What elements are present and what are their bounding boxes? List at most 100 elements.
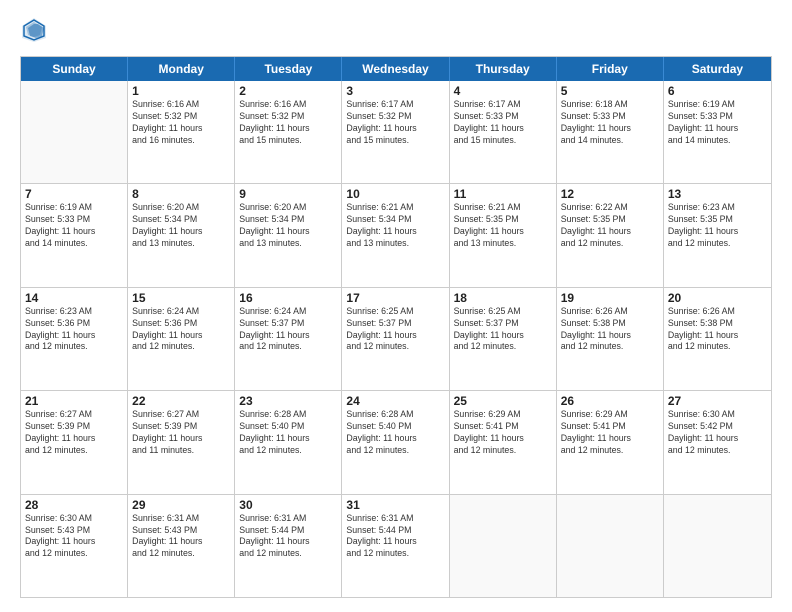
day-info: Sunrise: 6:27 AM Sunset: 5:39 PM Dayligh… xyxy=(25,409,123,457)
day-number: 3 xyxy=(346,84,444,98)
day-number: 7 xyxy=(25,187,123,201)
day-number: 2 xyxy=(239,84,337,98)
header-day-saturday: Saturday xyxy=(664,57,771,81)
day-info: Sunrise: 6:28 AM Sunset: 5:40 PM Dayligh… xyxy=(346,409,444,457)
calendar-cell: 28Sunrise: 6:30 AM Sunset: 5:43 PM Dayli… xyxy=(21,495,128,597)
day-info: Sunrise: 6:30 AM Sunset: 5:42 PM Dayligh… xyxy=(668,409,767,457)
calendar-cell: 1Sunrise: 6:16 AM Sunset: 5:32 PM Daylig… xyxy=(128,81,235,183)
calendar-cell: 17Sunrise: 6:25 AM Sunset: 5:37 PM Dayli… xyxy=(342,288,449,390)
calendar-cell: 23Sunrise: 6:28 AM Sunset: 5:40 PM Dayli… xyxy=(235,391,342,493)
day-number: 28 xyxy=(25,498,123,512)
day-number: 16 xyxy=(239,291,337,305)
day-info: Sunrise: 6:21 AM Sunset: 5:34 PM Dayligh… xyxy=(346,202,444,250)
day-info: Sunrise: 6:23 AM Sunset: 5:35 PM Dayligh… xyxy=(668,202,767,250)
calendar-header: SundayMondayTuesdayWednesdayThursdayFrid… xyxy=(21,57,771,81)
calendar: SundayMondayTuesdayWednesdayThursdayFrid… xyxy=(20,56,772,598)
day-info: Sunrise: 6:29 AM Sunset: 5:41 PM Dayligh… xyxy=(454,409,552,457)
day-number: 4 xyxy=(454,84,552,98)
day-info: Sunrise: 6:16 AM Sunset: 5:32 PM Dayligh… xyxy=(132,99,230,147)
calendar-cell xyxy=(664,495,771,597)
day-info: Sunrise: 6:20 AM Sunset: 5:34 PM Dayligh… xyxy=(239,202,337,250)
calendar-cell: 29Sunrise: 6:31 AM Sunset: 5:43 PM Dayli… xyxy=(128,495,235,597)
calendar-cell: 22Sunrise: 6:27 AM Sunset: 5:39 PM Dayli… xyxy=(128,391,235,493)
header-day-tuesday: Tuesday xyxy=(235,57,342,81)
calendar-cell: 12Sunrise: 6:22 AM Sunset: 5:35 PM Dayli… xyxy=(557,184,664,286)
calendar-cell xyxy=(21,81,128,183)
calendar-cell: 11Sunrise: 6:21 AM Sunset: 5:35 PM Dayli… xyxy=(450,184,557,286)
calendar-row-2: 14Sunrise: 6:23 AM Sunset: 5:36 PM Dayli… xyxy=(21,288,771,391)
day-info: Sunrise: 6:26 AM Sunset: 5:38 PM Dayligh… xyxy=(561,306,659,354)
day-info: Sunrise: 6:31 AM Sunset: 5:43 PM Dayligh… xyxy=(132,513,230,561)
calendar-cell: 16Sunrise: 6:24 AM Sunset: 5:37 PM Dayli… xyxy=(235,288,342,390)
day-number: 31 xyxy=(346,498,444,512)
calendar-cell: 21Sunrise: 6:27 AM Sunset: 5:39 PM Dayli… xyxy=(21,391,128,493)
day-number: 19 xyxy=(561,291,659,305)
calendar-cell: 25Sunrise: 6:29 AM Sunset: 5:41 PM Dayli… xyxy=(450,391,557,493)
day-info: Sunrise: 6:25 AM Sunset: 5:37 PM Dayligh… xyxy=(346,306,444,354)
day-info: Sunrise: 6:17 AM Sunset: 5:33 PM Dayligh… xyxy=(454,99,552,147)
day-info: Sunrise: 6:24 AM Sunset: 5:36 PM Dayligh… xyxy=(132,306,230,354)
day-number: 11 xyxy=(454,187,552,201)
day-info: Sunrise: 6:27 AM Sunset: 5:39 PM Dayligh… xyxy=(132,409,230,457)
day-number: 18 xyxy=(454,291,552,305)
calendar-cell: 30Sunrise: 6:31 AM Sunset: 5:44 PM Dayli… xyxy=(235,495,342,597)
day-number: 29 xyxy=(132,498,230,512)
logo xyxy=(20,18,52,46)
header xyxy=(20,18,772,46)
day-number: 10 xyxy=(346,187,444,201)
calendar-cell: 19Sunrise: 6:26 AM Sunset: 5:38 PM Dayli… xyxy=(557,288,664,390)
header-day-wednesday: Wednesday xyxy=(342,57,449,81)
day-info: Sunrise: 6:26 AM Sunset: 5:38 PM Dayligh… xyxy=(668,306,767,354)
calendar-cell: 9Sunrise: 6:20 AM Sunset: 5:34 PM Daylig… xyxy=(235,184,342,286)
day-number: 25 xyxy=(454,394,552,408)
calendar-cell: 31Sunrise: 6:31 AM Sunset: 5:44 PM Dayli… xyxy=(342,495,449,597)
day-info: Sunrise: 6:30 AM Sunset: 5:43 PM Dayligh… xyxy=(25,513,123,561)
day-info: Sunrise: 6:31 AM Sunset: 5:44 PM Dayligh… xyxy=(239,513,337,561)
calendar-row-4: 28Sunrise: 6:30 AM Sunset: 5:43 PM Dayli… xyxy=(21,495,771,597)
calendar-cell: 4Sunrise: 6:17 AM Sunset: 5:33 PM Daylig… xyxy=(450,81,557,183)
page: SundayMondayTuesdayWednesdayThursdayFrid… xyxy=(0,0,792,612)
day-number: 21 xyxy=(25,394,123,408)
day-info: Sunrise: 6:16 AM Sunset: 5:32 PM Dayligh… xyxy=(239,99,337,147)
logo-icon xyxy=(20,16,48,44)
day-info: Sunrise: 6:23 AM Sunset: 5:36 PM Dayligh… xyxy=(25,306,123,354)
day-number: 9 xyxy=(239,187,337,201)
day-info: Sunrise: 6:21 AM Sunset: 5:35 PM Dayligh… xyxy=(454,202,552,250)
calendar-cell: 8Sunrise: 6:20 AM Sunset: 5:34 PM Daylig… xyxy=(128,184,235,286)
day-info: Sunrise: 6:17 AM Sunset: 5:32 PM Dayligh… xyxy=(346,99,444,147)
day-number: 1 xyxy=(132,84,230,98)
day-info: Sunrise: 6:22 AM Sunset: 5:35 PM Dayligh… xyxy=(561,202,659,250)
day-number: 13 xyxy=(668,187,767,201)
day-number: 15 xyxy=(132,291,230,305)
calendar-cell: 3Sunrise: 6:17 AM Sunset: 5:32 PM Daylig… xyxy=(342,81,449,183)
day-number: 27 xyxy=(668,394,767,408)
day-info: Sunrise: 6:29 AM Sunset: 5:41 PM Dayligh… xyxy=(561,409,659,457)
calendar-cell: 27Sunrise: 6:30 AM Sunset: 5:42 PM Dayli… xyxy=(664,391,771,493)
day-info: Sunrise: 6:19 AM Sunset: 5:33 PM Dayligh… xyxy=(25,202,123,250)
calendar-row-1: 7Sunrise: 6:19 AM Sunset: 5:33 PM Daylig… xyxy=(21,184,771,287)
calendar-cell: 18Sunrise: 6:25 AM Sunset: 5:37 PM Dayli… xyxy=(450,288,557,390)
day-number: 17 xyxy=(346,291,444,305)
calendar-cell: 5Sunrise: 6:18 AM Sunset: 5:33 PM Daylig… xyxy=(557,81,664,183)
calendar-cell: 14Sunrise: 6:23 AM Sunset: 5:36 PM Dayli… xyxy=(21,288,128,390)
calendar-cell: 6Sunrise: 6:19 AM Sunset: 5:33 PM Daylig… xyxy=(664,81,771,183)
calendar-cell: 15Sunrise: 6:24 AM Sunset: 5:36 PM Dayli… xyxy=(128,288,235,390)
day-number: 14 xyxy=(25,291,123,305)
day-number: 23 xyxy=(239,394,337,408)
calendar-row-0: 1Sunrise: 6:16 AM Sunset: 5:32 PM Daylig… xyxy=(21,81,771,184)
day-number: 26 xyxy=(561,394,659,408)
day-number: 22 xyxy=(132,394,230,408)
calendar-cell: 2Sunrise: 6:16 AM Sunset: 5:32 PM Daylig… xyxy=(235,81,342,183)
day-info: Sunrise: 6:19 AM Sunset: 5:33 PM Dayligh… xyxy=(668,99,767,147)
header-day-monday: Monday xyxy=(128,57,235,81)
header-day-sunday: Sunday xyxy=(21,57,128,81)
calendar-cell: 20Sunrise: 6:26 AM Sunset: 5:38 PM Dayli… xyxy=(664,288,771,390)
day-info: Sunrise: 6:25 AM Sunset: 5:37 PM Dayligh… xyxy=(454,306,552,354)
calendar-cell: 24Sunrise: 6:28 AM Sunset: 5:40 PM Dayli… xyxy=(342,391,449,493)
calendar-cell xyxy=(450,495,557,597)
day-info: Sunrise: 6:28 AM Sunset: 5:40 PM Dayligh… xyxy=(239,409,337,457)
day-number: 20 xyxy=(668,291,767,305)
day-number: 30 xyxy=(239,498,337,512)
calendar-cell xyxy=(557,495,664,597)
header-day-friday: Friday xyxy=(557,57,664,81)
